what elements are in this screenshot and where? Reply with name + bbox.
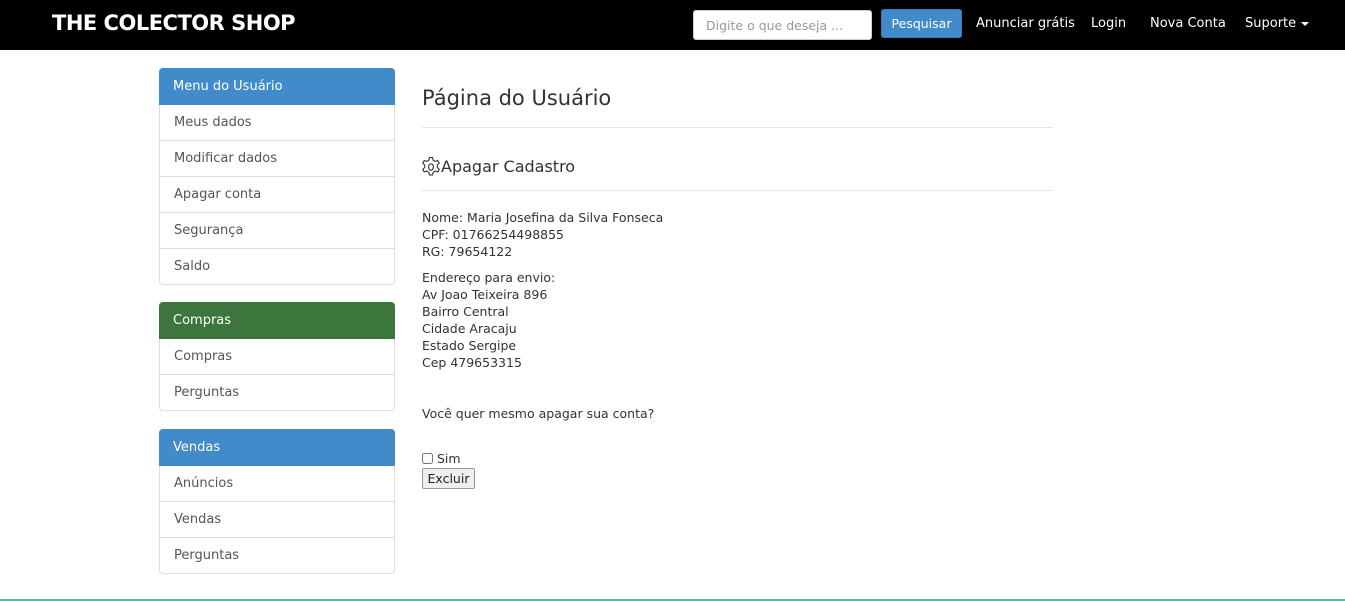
confirm-question: Você quer mesmo apagar sua conta? <box>422 406 655 421</box>
confirm-checkbox-label: Sim <box>437 451 461 466</box>
user-menu-heading: Menu do Usuário <box>159 68 395 105</box>
sales-panel: Vendas Anúncios Vendas Perguntas <box>159 429 395 574</box>
sidebar-item-modificar-dados[interactable]: Modificar dados <box>159 141 395 177</box>
nav-support-label: Suporte <box>1245 16 1297 31</box>
section-header: Apagar Cadastro <box>421 152 575 182</box>
address-state: Estado Sergipe <box>422 338 517 353</box>
sidebar-item-saldo[interactable]: Saldo <box>159 249 395 285</box>
user-rg: RG: 79654122 <box>422 244 513 259</box>
divider <box>422 127 1053 128</box>
purchases-heading: Compras <box>159 302 395 339</box>
divider <box>422 190 1053 191</box>
user-name: Nome: Maria Josefina da Silva Fonseca <box>422 210 664 225</box>
search-button[interactable]: Pesquisar <box>881 9 962 38</box>
personal-info: Nome: Maria Josefina da Silva Fonseca CP… <box>422 209 663 260</box>
sidebar-item-meus-dados[interactable]: Meus dados <box>159 105 395 141</box>
sidebar-item-seguranca[interactable]: Segurança <box>159 213 395 249</box>
sidebar-item-apagar-conta[interactable]: Apagar conta <box>159 177 395 213</box>
sidebar-item-perguntas-vendas[interactable]: Perguntas <box>159 538 395 574</box>
search-input[interactable] <box>693 10 872 40</box>
confirm-checkbox[interactable] <box>422 453 433 464</box>
address-zip: Cep 479653315 <box>422 355 522 370</box>
purchases-panel: Compras Compras Perguntas <box>159 302 395 411</box>
delete-button[interactable]: Excluir <box>422 468 475 489</box>
sidebar-item-vendas[interactable]: Vendas <box>159 502 395 538</box>
user-cpf: CPF: 01766254498855 <box>422 227 565 242</box>
section-title: Apagar Cadastro <box>441 157 576 176</box>
shipping-address: Endereço para envio: Av Joao Teixeira 89… <box>422 269 555 371</box>
sidebar-item-compras[interactable]: Compras <box>159 339 395 375</box>
address-label: Endereço para envio: <box>422 270 556 285</box>
nav-advertise-link[interactable]: Anunciar grátis <box>976 14 1075 34</box>
confirm-checkbox-row[interactable]: Sim <box>421 451 461 466</box>
sidebar-item-perguntas-compras[interactable]: Perguntas <box>159 375 395 411</box>
nav-login-link[interactable]: Login <box>1091 14 1126 34</box>
user-menu-panel: Menu do Usuário Meus dados Modificar dad… <box>159 68 395 285</box>
brand-logo[interactable]: THE COLECTOR SHOP <box>52 10 296 36</box>
address-street: Av Joao Teixeira 896 <box>422 287 548 302</box>
address-city: Cidade Aracaju <box>422 321 517 336</box>
caret-down-icon <box>1301 21 1310 26</box>
sales-heading: Vendas <box>159 429 395 466</box>
nav-support-dropdown[interactable]: Suporte <box>1245 14 1310 34</box>
address-district: Bairro Central <box>422 304 509 319</box>
sidebar-item-anuncios[interactable]: Anúncios <box>159 466 395 502</box>
page-title: Página do Usuário <box>422 86 612 110</box>
top-navbar: THE COLECTOR SHOP Pesquisar Anunciar grá… <box>0 0 1345 50</box>
nav-new-account-link[interactable]: Nova Conta <box>1150 14 1226 34</box>
gear-icon <box>421 153 441 181</box>
